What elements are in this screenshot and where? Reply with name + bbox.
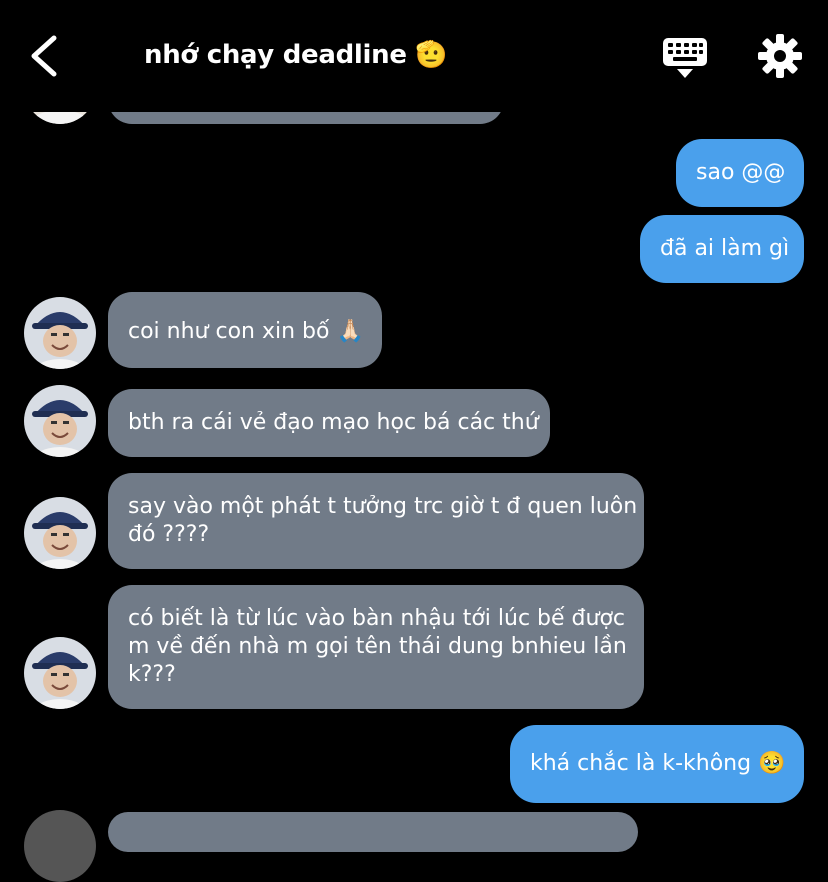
message-text: đã ai làm gì — [660, 236, 790, 261]
chevron-left-icon — [31, 35, 57, 77]
message-bubble-outgoing[interactable]: khá chắc là k-không 🥹 — [510, 725, 804, 803]
avatar[interactable] — [24, 497, 96, 569]
message-text-line: đó ???? — [128, 522, 210, 547]
avatar-image — [24, 497, 96, 569]
avatar-image — [24, 297, 96, 369]
message-text: coi như con xin bố 🙏🏻 — [128, 319, 364, 344]
keyboard-icon — [663, 38, 707, 78]
avatar-image — [24, 385, 96, 457]
message-text-line: có biết là từ lúc vào bàn nhậu tới lúc b… — [128, 606, 626, 631]
chat-title: nhớ chạy deadline 🫡 — [144, 40, 448, 70]
back-button[interactable] — [26, 32, 66, 80]
message-bubble-outgoing[interactable]: sao @@ — [676, 139, 804, 207]
message-bubble-incoming[interactable]: coi như con xin bố 🙏🏻 — [108, 292, 382, 368]
message-text-line: m về đến nhà m gọi tên thái dung bnhieu … — [128, 634, 627, 659]
keyboard-button[interactable] — [660, 36, 710, 80]
message-text-line: say vào một phát t tưởng trc giờ t đ que… — [128, 494, 638, 519]
message-bubble-incoming[interactable]: có biết là từ lúc vào bàn nhậu tới lúc b… — [108, 585, 644, 709]
chat-header: nhớ chạy deadline 🫡 — [0, 0, 828, 112]
message-text: khá chắc là k-không 🥹 — [530, 751, 786, 776]
message-bubble-outgoing[interactable]: đã ai làm gì — [640, 215, 804, 283]
message-text: sao @@ — [696, 160, 786, 185]
message-bubble-incoming[interactable]: bth ra cái vẻ đạo mạo học bá các thứ — [108, 389, 550, 457]
avatar[interactable] — [24, 297, 96, 369]
avatar-image — [24, 810, 96, 882]
avatar[interactable] — [24, 810, 96, 882]
gear-icon — [758, 34, 802, 78]
message-text: bth ra cái vẻ đạo mạo học bá các thứ — [128, 410, 539, 435]
message-bubble-incoming[interactable]: say vào một phát t tưởng trc giờ t đ que… — [108, 473, 644, 569]
avatar-image — [24, 637, 96, 709]
message-bubble-incoming-partial[interactable] — [108, 812, 638, 852]
avatar[interactable] — [24, 385, 96, 457]
avatar[interactable] — [24, 637, 96, 709]
message-text-line: k??? — [128, 662, 176, 687]
settings-button[interactable] — [756, 32, 804, 80]
